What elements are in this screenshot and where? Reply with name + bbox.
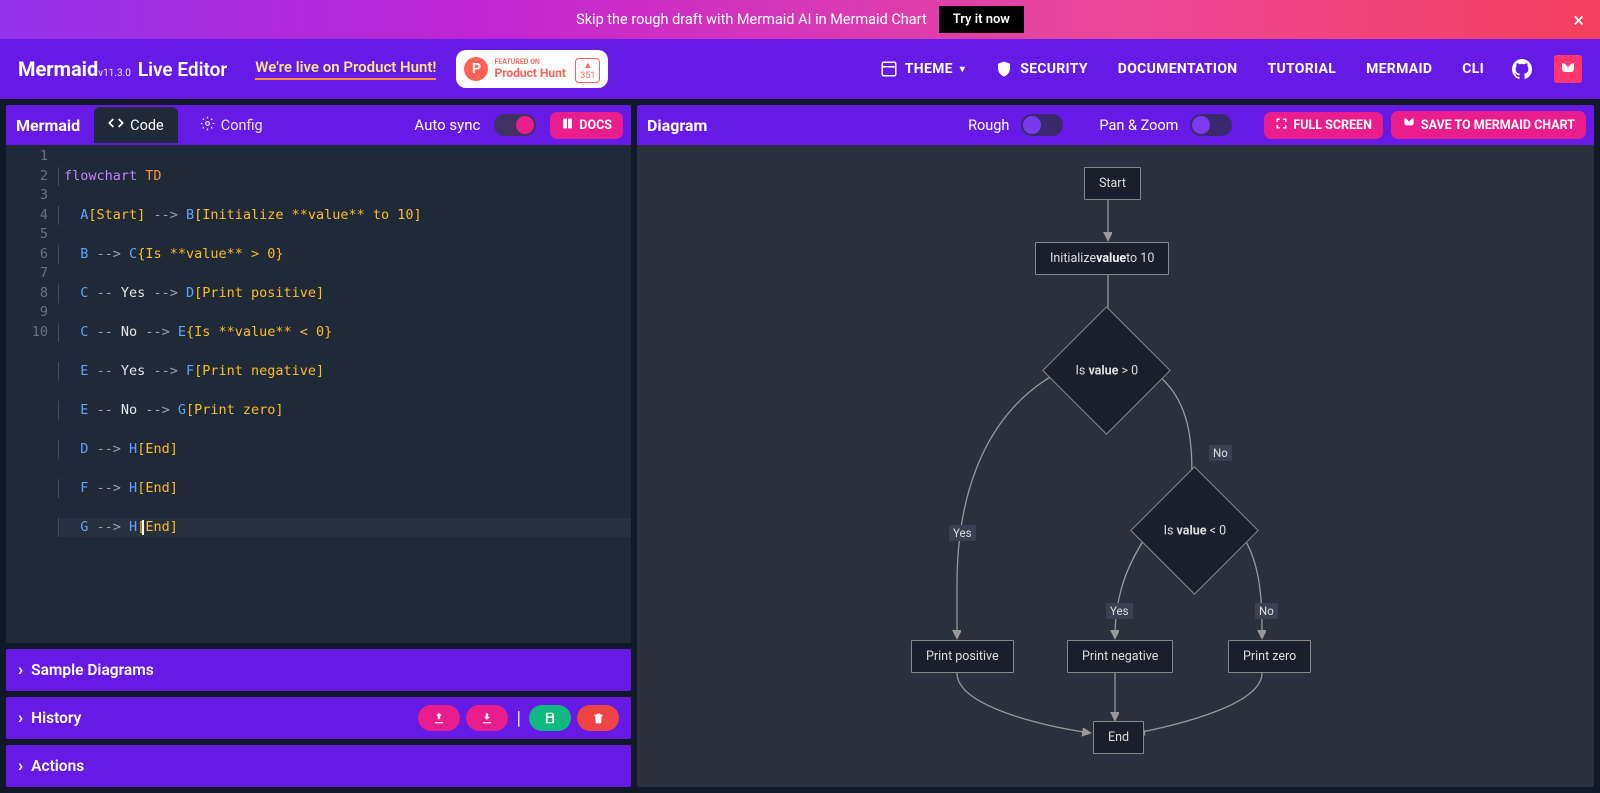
mermaid-link[interactable]: MERMAID — [1366, 61, 1432, 77]
ph-upvote: ▲351 — [575, 58, 600, 83]
book-icon — [561, 117, 574, 134]
product-hunt-link[interactable]: We're live on Product Hunt! — [255, 58, 436, 80]
node-is-value-gt-0[interactable]: Is value > 0 — [1042, 306, 1171, 435]
banner-text: Skip the rough draft with Mermaid AI in … — [576, 11, 927, 28]
editor-panel-header: Mermaid Code Config Auto sync DOCS — [6, 105, 631, 145]
ph-line2: Product Hunt — [494, 66, 565, 80]
diagram-canvas[interactable]: Start Initialize value to 10 Is value > … — [637, 145, 1594, 787]
product-hunt-icon: P — [464, 57, 488, 81]
diagram-panel-header: Diagram Rough Pan & Zoom FULL SCREEN SAV… — [637, 105, 1594, 145]
chevron-right-icon: › — [18, 708, 23, 728]
chevron-down-icon: ▾ — [960, 64, 965, 75]
version-text: v11.3.0 — [98, 68, 131, 79]
logo-text: Mermaid — [18, 57, 98, 81]
history-actions: | — [418, 705, 619, 731]
autosync-toggle[interactable] — [494, 114, 536, 136]
save-button[interactable] — [529, 705, 571, 731]
line-gutter: 12345678910 — [6, 147, 60, 643]
close-icon[interactable]: × — [1573, 8, 1584, 32]
node-start[interactable]: Start — [1084, 167, 1141, 200]
delete-button[interactable] — [577, 705, 619, 731]
node-print-zero[interactable]: Print zero — [1228, 640, 1311, 673]
tab-config[interactable]: Config — [186, 108, 277, 143]
upload-button[interactable] — [418, 705, 460, 731]
ph-line1: FEATURED ON — [494, 58, 565, 66]
promo-banner: Skip the rough draft with Mermaid AI in … — [0, 0, 1600, 39]
sample-diagrams-panel[interactable]: › Sample Diagrams — [6, 649, 631, 691]
save-to-chart-button[interactable]: SAVE TO MERMAID CHART — [1391, 111, 1586, 139]
edge-label-yes: Yes — [949, 525, 976, 541]
gear-icon — [200, 116, 215, 135]
code-content[interactable]: flowchart TD A[Start] --> B[Initialize *… — [60, 147, 631, 643]
mermaid-chart-icon — [1402, 116, 1416, 134]
edge-label-yes-2: Yes — [1106, 603, 1133, 619]
tab-code[interactable]: Code — [94, 107, 178, 143]
theme-menu[interactable]: THEME ▾ — [880, 60, 965, 78]
node-print-positive[interactable]: Print positive — [911, 640, 1014, 673]
shield-icon — [995, 60, 1013, 78]
autosync-label: Auto sync — [414, 116, 480, 134]
edge-label-no-2: No — [1255, 603, 1278, 619]
node-is-value-lt-0[interactable]: Is value < 0 — [1130, 466, 1259, 595]
code-icon — [108, 115, 124, 135]
actions-panel[interactable]: › Actions — [6, 745, 631, 787]
download-button[interactable] — [466, 705, 508, 731]
panel-title: Mermaid — [16, 116, 80, 135]
panzoom-toggle[interactable] — [1190, 114, 1232, 136]
node-initialize[interactable]: Initialize value to 10 — [1035, 242, 1169, 275]
github-icon[interactable] — [1508, 55, 1536, 83]
panzoom-label: Pan & Zoom — [1099, 117, 1178, 134]
product-hunt-badge[interactable]: P FEATURED ON Product Hunt ▲351 — [456, 50, 608, 88]
security-link[interactable]: SECURITY — [995, 60, 1088, 78]
documentation-link[interactable]: DOCUMENTATION — [1118, 61, 1238, 77]
chevron-right-icon: › — [18, 660, 23, 680]
topbar: Mermaidv11.3.0 Live Editor We're live on… — [0, 39, 1600, 99]
diagram-title: Diagram — [647, 116, 707, 135]
history-panel[interactable]: › History | — [6, 697, 631, 739]
try-it-now-button[interactable]: Try it now — [939, 6, 1024, 33]
node-print-negative[interactable]: Print negative — [1067, 640, 1173, 673]
code-editor[interactable]: 12345678910 flowchart TD A[Start] --> B[… — [6, 145, 631, 643]
chevron-right-icon: › — [18, 756, 23, 776]
logo-subtitle: Live Editor — [138, 58, 227, 81]
rough-label: Rough — [968, 117, 1009, 134]
tutorial-link[interactable]: TUTORIAL — [1267, 61, 1336, 77]
cli-link[interactable]: CLI — [1462, 61, 1484, 77]
edge-label-no: No — [1209, 445, 1232, 461]
rough-toggle[interactable] — [1021, 114, 1063, 136]
fullscreen-icon — [1275, 117, 1288, 134]
mermaid-chart-icon[interactable] — [1554, 55, 1582, 83]
theme-icon — [880, 60, 898, 78]
separator: | — [516, 708, 521, 729]
docs-button[interactable]: DOCS — [550, 112, 623, 139]
node-end[interactable]: End — [1093, 721, 1144, 754]
fullscreen-button[interactable]: FULL SCREEN — [1264, 112, 1383, 139]
logo: Mermaidv11.3.0 Live Editor — [18, 57, 227, 81]
